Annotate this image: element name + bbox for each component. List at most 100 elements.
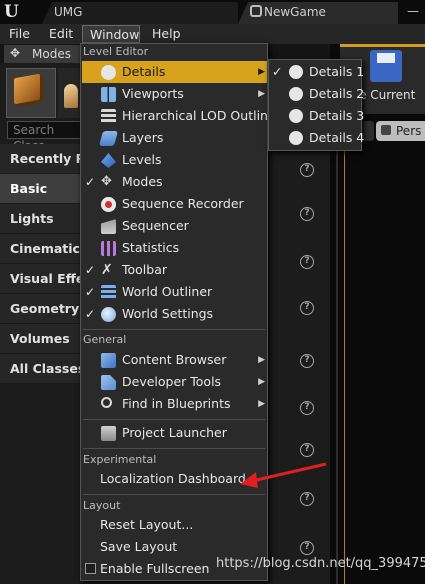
help-icon[interactable]: ? bbox=[300, 541, 314, 555]
category-volumes[interactable]: Volumes bbox=[0, 324, 82, 354]
game-icon bbox=[250, 5, 262, 17]
category-lights[interactable]: Lights bbox=[0, 204, 82, 234]
menu-item-world-settings[interactable]: ✓ World Settings bbox=[82, 303, 267, 325]
menu-item-save-layout[interactable]: Save Layout bbox=[82, 536, 267, 558]
find-icon bbox=[101, 397, 112, 408]
menu-bar: File Edit Window Help bbox=[0, 24, 425, 44]
search-classes-input[interactable]: Search Class bbox=[7, 121, 87, 153]
statistics-icon bbox=[101, 241, 116, 256]
window-menu-dropdown: Level Editor Details ▶ Viewports ▶ Hiera… bbox=[80, 43, 281, 581]
help-icon[interactable]: ? bbox=[300, 301, 314, 315]
menu-item-reset-layout[interactable]: Reset Layout... bbox=[82, 514, 267, 536]
menu-item-sequence-recorder[interactable]: Sequence Recorder bbox=[82, 193, 267, 215]
section-level-editor: Level Editor bbox=[83, 45, 149, 58]
tab-umg[interactable]: UMG bbox=[42, 2, 238, 24]
check-icon: ✓ bbox=[272, 64, 283, 79]
menu-help[interactable]: Help bbox=[152, 25, 181, 43]
project-launcher-icon bbox=[101, 426, 116, 441]
viewports-icon bbox=[101, 87, 116, 102]
details-submenu: ✓ Details 1 Details 2 Details 3 Details … bbox=[268, 59, 364, 151]
modes-icon: ✥ bbox=[101, 174, 112, 189]
help-icon[interactable]: ? bbox=[300, 207, 314, 221]
submenu-item-details-1[interactable]: ✓ Details 1 bbox=[270, 61, 364, 83]
check-icon: ✓ bbox=[85, 285, 96, 299]
cube-icon bbox=[14, 73, 40, 105]
menu-item-developer-tools[interactable]: Developer Tools ▶ bbox=[82, 371, 267, 393]
menu-item-content-browser[interactable]: Content Browser ▶ bbox=[82, 349, 267, 371]
menu-item-viewports[interactable]: Viewports ▶ bbox=[82, 83, 267, 105]
section-experimental: Experimental bbox=[83, 453, 157, 466]
category-visual-effects[interactable]: Visual Effect bbox=[0, 264, 82, 294]
record-icon bbox=[101, 197, 116, 212]
category-geometry[interactable]: Geometry bbox=[0, 294, 82, 324]
tab-newgame[interactable]: NewGame bbox=[238, 2, 398, 24]
section-layout: Layout bbox=[83, 499, 121, 512]
submenu-item-details-2[interactable]: Details 2 bbox=[270, 83, 364, 105]
menu-item-sequencer[interactable]: Sequencer bbox=[82, 215, 267, 237]
levels-icon bbox=[101, 153, 116, 168]
sequencer-icon bbox=[101, 219, 116, 234]
menu-separator bbox=[83, 329, 265, 330]
title-bar: U UMG NewGame — bbox=[0, 0, 425, 24]
details-icon bbox=[289, 131, 303, 145]
section-general: General bbox=[83, 333, 127, 346]
toolbar-icon: ✗ bbox=[101, 262, 113, 278]
modes-tab-icon: ✥ bbox=[10, 46, 21, 60]
menu-item-modes[interactable]: ✓ ✥ Modes bbox=[82, 171, 267, 193]
menu-separator bbox=[83, 419, 265, 420]
category-recently-placed[interactable]: Recently Pla bbox=[0, 144, 82, 174]
details-icon bbox=[289, 87, 303, 101]
category-basic[interactable]: Basic bbox=[0, 174, 82, 204]
unreal-logo-icon: U bbox=[4, 2, 19, 22]
submenu-item-details-4[interactable]: Details 4 bbox=[270, 127, 364, 149]
hlod-icon bbox=[101, 109, 116, 124]
category-list: Recently Pla Basic Lights Cinematic Visu… bbox=[0, 144, 82, 384]
layers-icon bbox=[98, 131, 119, 146]
brush-icon bbox=[64, 84, 78, 108]
menu-item-world-outliner[interactable]: ✓ World Outliner bbox=[82, 281, 267, 303]
minimize-button[interactable]: — bbox=[404, 2, 422, 20]
submenu-arrow-icon: ▶ bbox=[258, 67, 265, 77]
watermark: https://blog.csdn.net/qq_39947564 bbox=[216, 556, 425, 571]
menu-item-hlod-outliner[interactable]: Hierarchical LOD Outliner bbox=[82, 105, 281, 127]
submenu-arrow-icon: ▶ bbox=[258, 399, 265, 409]
save-icon-label-area bbox=[377, 53, 395, 63]
content-browser-icon bbox=[101, 353, 116, 368]
details-icon bbox=[289, 65, 303, 79]
submenu-arrow-icon: ▶ bbox=[258, 377, 265, 387]
menu-item-details[interactable]: Details ▶ bbox=[82, 61, 267, 83]
menu-item-layers[interactable]: Layers bbox=[82, 127, 267, 149]
viewport-divider bbox=[336, 150, 338, 584]
help-icon[interactable]: ? bbox=[300, 163, 314, 177]
check-icon: ✓ bbox=[85, 263, 96, 277]
tab-newgame-label: NewGame bbox=[264, 5, 326, 19]
menu-item-find-in-blueprints[interactable]: Find in Blueprints ▶ bbox=[82, 393, 267, 415]
menu-edit[interactable]: Edit bbox=[49, 25, 73, 43]
world-settings-icon bbox=[101, 307, 116, 322]
help-icon[interactable]: ? bbox=[300, 255, 314, 269]
submenu-item-details-3[interactable]: Details 3 bbox=[270, 105, 364, 127]
menu-window[interactable]: Window bbox=[82, 25, 140, 43]
annotation-arrow-head bbox=[240, 472, 258, 488]
menu-item-project-launcher[interactable]: Project Launcher bbox=[82, 422, 267, 444]
submenu-arrow-icon: ▶ bbox=[258, 89, 265, 99]
viewport-accent-border bbox=[344, 150, 345, 584]
category-cinematic[interactable]: Cinematic bbox=[0, 234, 82, 264]
menu-item-statistics[interactable]: Statistics bbox=[82, 237, 267, 259]
details-icon bbox=[101, 65, 116, 80]
menu-item-toolbar[interactable]: ✓ ✗ Toolbar bbox=[82, 259, 267, 281]
tab-umg-label: UMG bbox=[54, 5, 83, 19]
fullscreen-checkbox[interactable] bbox=[85, 563, 96, 574]
annotation-arrow-shaft bbox=[251, 462, 327, 483]
help-icon[interactable]: ? bbox=[300, 354, 314, 368]
check-icon: ✓ bbox=[85, 307, 96, 321]
check-icon: ✓ bbox=[85, 175, 96, 189]
category-all-classes[interactable]: All Classes bbox=[0, 354, 82, 384]
menu-file[interactable]: File bbox=[9, 25, 30, 43]
help-icon[interactable]: ? bbox=[300, 401, 314, 415]
submenu-arrow-icon: ▶ bbox=[258, 355, 265, 365]
developer-tools-icon bbox=[101, 375, 116, 390]
annotation-arrow-icon bbox=[240, 462, 327, 488]
menu-item-levels[interactable]: Levels bbox=[82, 149, 267, 171]
menu-separator bbox=[83, 448, 265, 449]
